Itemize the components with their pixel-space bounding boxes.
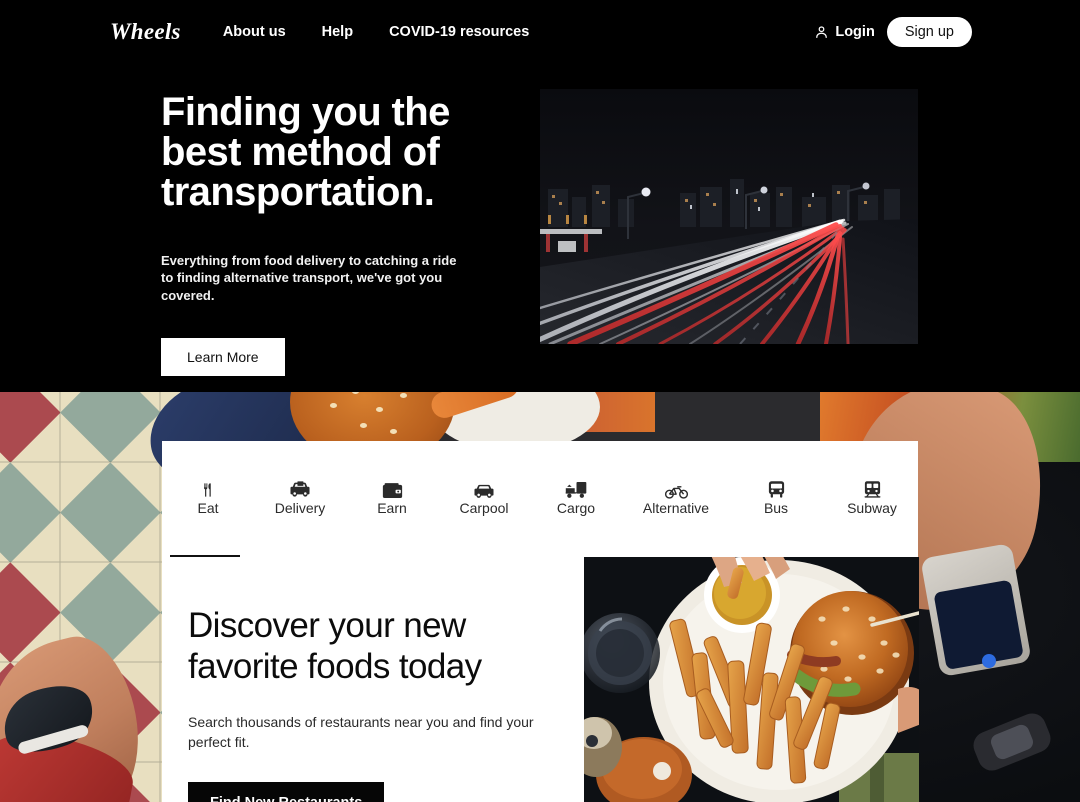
hero-subtitle: Everything from food delivery to catchin…: [161, 253, 457, 303]
tab-carpool-label: Carpool: [459, 500, 509, 516]
tab-bus-label: Bus: [763, 500, 789, 516]
learn-more-button[interactable]: Learn More: [161, 337, 285, 376]
user-icon: [814, 24, 829, 40]
nav-link-covid-19-resources[interactable]: COVID-19 resources: [389, 24, 529, 40]
hero-title: Finding you the best method of transport…: [161, 90, 450, 214]
tab-cargo-label: Cargo: [556, 500, 596, 516]
burger-and-fries-plate-photo: [584, 557, 919, 802]
tab-eat-label: Eat: [197, 500, 219, 516]
subway-icon: [822, 479, 922, 499]
tab-carpool[interactable]: Carpool: [438, 479, 530, 516]
cargo-truck-icon: [530, 479, 622, 499]
tab-delivery[interactable]: Delivery: [254, 479, 346, 516]
discover-subtitle: Search thousands of restaurants near you…: [188, 714, 534, 750]
landing-page: Wheels About us Help COVID-19 resources …: [0, 0, 1080, 802]
login-button[interactable]: Login: [814, 24, 875, 40]
bus-icon: [730, 479, 822, 499]
brand-logo[interactable]: Wheels: [110, 19, 181, 45]
signup-button[interactable]: Sign up: [886, 17, 972, 47]
discover-panel: Discover your new favorite foods today S…: [162, 557, 584, 802]
tab-alternative-label: Alternative: [642, 500, 710, 516]
phone-app-icon: [982, 654, 996, 668]
car-icon: [438, 479, 530, 499]
nav-link-about-us[interactable]: About us: [223, 24, 286, 40]
tab-delivery-label: Delivery: [274, 500, 326, 516]
fork-knife-icon: [162, 479, 254, 499]
tab-alternative[interactable]: Alternative: [622, 479, 730, 516]
find-new-restaurants-button[interactable]: Find New Restaurants: [188, 781, 385, 802]
tab-cargo[interactable]: Cargo: [530, 479, 622, 516]
hero-copy: Finding you the best method of transport…: [161, 92, 491, 376]
nav-left-group: Wheels About us Help COVID-19 resources: [110, 19, 529, 45]
food-image: [584, 557, 919, 802]
service-tab-card: Eat Delivery Earn Carpool Cargo Alternat…: [162, 441, 918, 560]
discover-title: Discover your new favorite foods today: [188, 606, 482, 686]
tab-subway-label: Subway: [847, 500, 897, 516]
tab-earn-label: Earn: [377, 500, 407, 516]
login-label: Login: [835, 24, 875, 40]
night-highway-light-trails-photo: [540, 89, 918, 344]
bicycle-icon: [622, 479, 730, 499]
tab-subway[interactable]: Subway: [822, 479, 922, 516]
hero-image: [540, 89, 918, 344]
nav-right-group: Login Sign up: [814, 0, 972, 64]
tab-eat[interactable]: Eat: [162, 479, 254, 516]
nav-link-help[interactable]: Help: [322, 24, 353, 40]
wallet-icon: [346, 479, 438, 499]
hero-section: Wheels About us Help COVID-19 resources …: [0, 0, 1080, 392]
discover-panel-content: Discover your new favorite foods today S…: [188, 606, 560, 802]
service-tabs: Eat Delivery Earn Carpool Cargo Alternat…: [162, 479, 918, 516]
tab-bus[interactable]: Bus: [730, 479, 822, 516]
top-navigation-bar: Wheels About us Help COVID-19 resources …: [0, 0, 1080, 64]
tab-earn[interactable]: Earn: [346, 479, 438, 516]
delivery-car-icon: [254, 479, 346, 499]
